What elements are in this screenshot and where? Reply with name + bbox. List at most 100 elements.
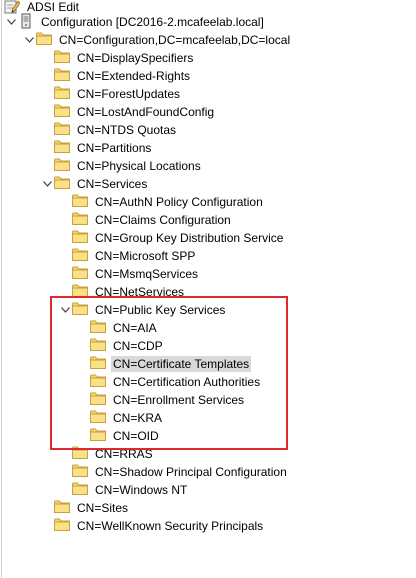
tree-node[interactable]: CN=Sites [40, 499, 130, 517]
tree-node[interactable]: CN=RRAS [58, 445, 155, 463]
tree-node-label: CN=MsmqServices [95, 267, 199, 281]
chevron-down-icon[interactable] [4, 13, 18, 31]
tree-node-label: CN=DisplaySpecifiers [77, 51, 194, 65]
folder-icon [54, 68, 70, 84]
folder-icon [90, 392, 106, 408]
tree-node[interactable]: CN=NTDS Quotas [40, 121, 178, 139]
tree-node[interactable]: CN=AuthN Policy Configuration [58, 193, 265, 211]
folder-icon [72, 302, 88, 318]
tree-left-border [1, 0, 2, 578]
tree-node[interactable]: CN=Shadow Principal Configuration [58, 463, 289, 481]
tree-node[interactable]: CN=NetServices [58, 283, 186, 301]
tree-node[interactable]: CN=Certificate Templates [76, 355, 252, 373]
tree-node-label: CN=Sites [77, 501, 129, 515]
chevron-down-icon[interactable] [22, 31, 36, 49]
chevron-down-icon[interactable] [58, 301, 72, 319]
tree-node-label: CN=Configuration,DC=mcafeelab,DC=local [59, 33, 291, 47]
tree-node[interactable]: CN=DisplaySpecifiers [40, 49, 195, 67]
tree-node[interactable]: CN=WellKnown Security Principals [40, 517, 265, 535]
tree-node-label: CN=Claims Configuration [95, 213, 231, 227]
tree-node-label: CN=Public Key Services [95, 303, 226, 317]
folder-icon [54, 158, 70, 174]
tree-node[interactable]: CN=KRA [76, 409, 164, 427]
folder-icon [72, 248, 88, 264]
folder-icon [54, 140, 70, 156]
tree-node[interactable]: CN=Extended-Rights [40, 67, 192, 85]
tree-node[interactable]: CN=CDP [76, 337, 165, 355]
tree-node-label: CN=Extended-Rights [77, 69, 191, 83]
folder-icon [72, 482, 88, 498]
chevron-down-icon[interactable] [40, 175, 54, 193]
folder-icon [54, 50, 70, 66]
tree-node-label: CN=OID [113, 429, 159, 443]
tree-node[interactable]: Configuration [DC2016-2.mcafeelab.local] [4, 13, 266, 31]
tree-node[interactable]: CN=AIA [76, 319, 159, 337]
tree-node[interactable]: CN=Claims Configuration [58, 211, 233, 229]
folder-icon [72, 194, 88, 210]
folder-icon [90, 428, 106, 444]
folder-icon [72, 212, 88, 228]
tree-node[interactable]: CN=ForestUpdates [40, 85, 182, 103]
tree-node-label: CN=AuthN Policy Configuration [95, 195, 263, 209]
folder-icon [72, 446, 88, 462]
tree-node-label: CN=RRAS [95, 447, 153, 461]
folder-icon [54, 86, 70, 102]
tree-node[interactable]: CN=LostAndFoundConfig [40, 103, 216, 121]
tree-node[interactable]: CN=Physical Locations [40, 157, 203, 175]
tree-node[interactable]: CN=Enrollment Services [76, 391, 246, 409]
folder-icon [54, 500, 70, 516]
tree-node[interactable]: CN=Windows NT [58, 481, 189, 499]
tree-node[interactable]: CN=Microsoft SPP [58, 247, 197, 265]
tree-node[interactable]: CN=OID [76, 427, 161, 445]
tree-node-label: CN=WellKnown Security Principals [77, 519, 264, 533]
tree-node-label: CN=CDP [113, 339, 163, 353]
tree-node-label: CN=KRA [113, 411, 163, 425]
server-icon [18, 13, 34, 32]
folder-icon [72, 266, 88, 282]
tree-node-label: CN=Windows NT [95, 483, 188, 497]
tree-node-label: CN=Certification Authorities [113, 375, 261, 389]
folder-icon [90, 374, 106, 390]
folder-icon [54, 176, 70, 192]
folder-icon [90, 410, 106, 426]
tree-node[interactable]: CN=Public Key Services [58, 301, 227, 319]
folder-icon [72, 284, 88, 300]
tree-node[interactable]: CN=Services [40, 175, 149, 193]
tree-node[interactable]: CN=Partitions [40, 139, 153, 157]
tree-node[interactable]: CN=Group Key Distribution Service [58, 229, 285, 247]
folder-icon [54, 122, 70, 138]
tree-node-label: CN=Shadow Principal Configuration [95, 465, 287, 479]
tree-node[interactable]: CN=MsmqServices [58, 265, 200, 283]
folder-icon [72, 230, 88, 246]
tree-node-label: CN=AIA [113, 321, 157, 335]
tree-node-label: CN=LostAndFoundConfig [77, 105, 215, 119]
tree-node-label: CN=Group Key Distribution Service [95, 231, 284, 245]
folder-icon [36, 32, 52, 48]
tree-node[interactable]: CN=Certification Authorities [76, 373, 262, 391]
folder-icon [54, 518, 70, 534]
tree-node[interactable]: CN=Configuration,DC=mcafeelab,DC=local [22, 31, 292, 49]
tree-node-label: CN=NetServices [95, 285, 185, 299]
tree-node-label: CN=NTDS Quotas [77, 123, 177, 137]
tree-node-label: CN=Microsoft SPP [95, 249, 196, 263]
